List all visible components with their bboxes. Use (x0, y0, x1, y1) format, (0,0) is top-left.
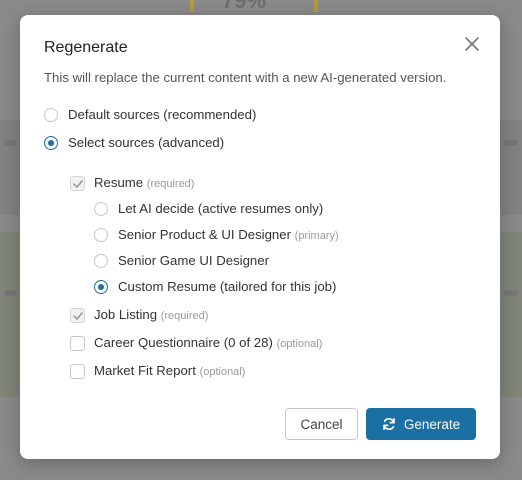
market-fit-report-text: Market Fit Report (94, 363, 196, 378)
background-text-line (504, 290, 518, 296)
select-sources-radio[interactable] (44, 136, 58, 150)
checkmark-icon (73, 180, 83, 188)
resume-label-text: Resume (94, 175, 144, 190)
career-questionnaire-text: Career Questionnaire (0 of 28) (94, 335, 273, 350)
job-listing-text: Job Listing (94, 307, 158, 322)
checkmark-icon (73, 312, 83, 320)
job-listing-checkbox[interactable] (70, 308, 85, 323)
resume-required-hint: (required) (146, 178, 195, 190)
refresh-icon (382, 417, 396, 431)
resume-option-label[interactable]: Senior Game UI Designer (118, 253, 269, 268)
resume-option-radio[interactable] (94, 228, 108, 242)
resume-option-text: Senior Product & UI Designer (118, 227, 291, 242)
resume-option-radio[interactable] (94, 202, 108, 216)
close-button[interactable] (461, 33, 483, 55)
resume-option-label[interactable]: Custom Resume (tailored for this job) (118, 279, 336, 294)
regenerate-dialog: Regenerate This will replace the current… (20, 15, 500, 459)
dialog-title: Regenerate (44, 39, 128, 56)
career-questionnaire-checkbox[interactable] (70, 336, 85, 351)
background-text-line (504, 140, 518, 146)
resume-option-label[interactable]: Senior Product & UI Designer (primary) (118, 227, 339, 242)
job-listing-label: Job Listing (required) (94, 307, 208, 322)
background-text-line (4, 290, 16, 296)
job-listing-required-hint: (required) (160, 310, 209, 322)
career-questionnaire-optional-hint: (optional) (276, 338, 323, 350)
primary-hint: (primary) (294, 230, 339, 242)
career-questionnaire-label[interactable]: Career Questionnaire (0 of 28) (optional… (94, 335, 322, 350)
cancel-button[interactable]: Cancel (285, 408, 358, 440)
market-fit-report-optional-hint: (optional) (199, 366, 246, 378)
generate-button-label: Generate (403, 416, 461, 432)
resume-checkbox[interactable] (70, 176, 85, 191)
background-text-line (4, 140, 16, 146)
select-sources-label[interactable]: Select sources (advanced) (68, 135, 224, 150)
default-sources-label[interactable]: Default sources (recommended) (68, 107, 256, 122)
resume-option-radio[interactable] (94, 280, 108, 294)
resume-option-label[interactable]: Let AI decide (active resumes only) (118, 201, 323, 216)
close-icon (465, 37, 479, 51)
default-sources-radio[interactable] (44, 108, 58, 122)
generate-button[interactable]: Generate (366, 408, 476, 440)
market-fit-report-checkbox[interactable] (70, 364, 85, 379)
resume-option-radio[interactable] (94, 254, 108, 268)
background-gauge-value: 79% (222, 0, 267, 13)
dialog-description: This will replace the current content wi… (44, 70, 447, 85)
resume-label: Resume (required) (94, 175, 194, 190)
market-fit-report-label[interactable]: Market Fit Report (optional) (94, 363, 245, 378)
